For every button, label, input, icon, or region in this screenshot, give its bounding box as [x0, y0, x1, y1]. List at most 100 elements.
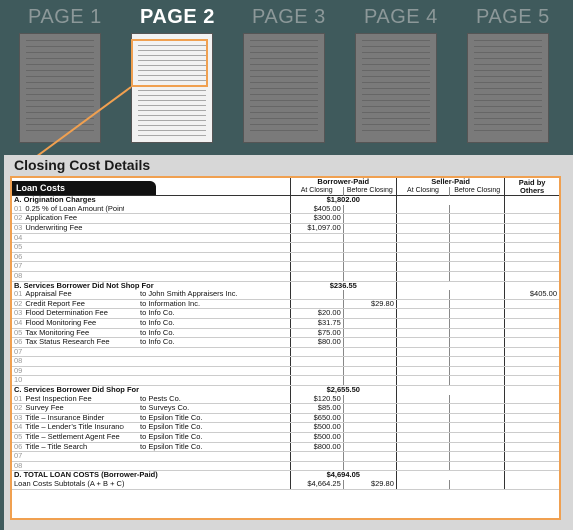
others-cell	[504, 470, 559, 480]
borrower-at-closing-cell	[289, 242, 344, 253]
paid-by-others-cell	[504, 422, 559, 434]
row-number: 04	[14, 233, 23, 242]
seller-paid-header: Seller-Paid	[395, 178, 505, 187]
doc-title: Closing Cost Details	[14, 157, 151, 173]
row-number: 04	[14, 423, 23, 432]
table-row: 05 Tax Monitoring Fee to Info Co. $75.00	[12, 328, 559, 339]
paid-by-others-cell	[504, 356, 559, 367]
seller-before-closing-cell	[449, 451, 505, 462]
seller-before-closing-cell	[449, 461, 505, 472]
row-label-cell: 07	[12, 347, 291, 358]
fee-name: Appraisal Fee	[25, 290, 72, 299]
fee-name: Flood Determination Fee	[25, 309, 108, 318]
borrower-at-closing-cell: $120.50	[289, 394, 344, 405]
row-label-cell: 04 Title – Lender’s Title Insurance to Eps…	[12, 422, 291, 434]
borrower-before-closing-cell	[342, 252, 397, 263]
payee: to Epsilon Title Co.	[140, 432, 203, 442]
section-total: $1,802.00	[289, 195, 397, 205]
row-number: 09	[14, 366, 23, 375]
seller-at-closing-cell	[395, 356, 450, 367]
seller-at-closing-cell	[395, 394, 450, 405]
seller-at-closing-header: At Closing	[395, 186, 450, 196]
table-row: 01 Pest Inspection Fee to Pests Co. $120.50	[12, 394, 559, 405]
fee-name: Tax Monitoring Fee	[25, 328, 90, 337]
fee-name: Survey Fee	[25, 404, 64, 413]
row-number: 10	[14, 376, 23, 385]
fee-name: Title – Lender’s Title Insurance	[25, 423, 124, 432]
seller-before-closing-cell	[449, 242, 505, 253]
row-number: 01	[14, 290, 23, 299]
table-row: 04	[12, 233, 559, 244]
fee-name-wrap: 03 Title – Insurance Binder	[14, 413, 124, 422]
borrower-at-closing-cell: $405.00	[289, 204, 344, 215]
borrower-at-closing-cell: $1,097.00	[289, 223, 344, 234]
seller-before-closing-cell	[449, 394, 505, 405]
paid-by-others-header: Paid by Others	[504, 178, 559, 196]
loan-costs-table: Loan Costs Borrower-Paid Seller-Paid Pai…	[12, 178, 559, 490]
fee-name-wrap: 01 0.25 % of Loan Amount (Points)	[14, 205, 124, 213]
table-row: 05 Title – Settlement Agent Fee to Epsilon…	[12, 432, 559, 443]
table-row: 06 Tax Status Research Fee to Info Co. $80.…	[12, 337, 559, 348]
table-row: 10	[12, 375, 559, 387]
seller-at-closing-cell	[395, 461, 450, 472]
borrower-at-closing-cell	[289, 375, 344, 387]
borrower-at-closing-cell	[289, 233, 344, 244]
table-row: 03 Underwriting Fee $1,097.00	[12, 223, 559, 234]
paid-by-others-cell	[504, 366, 559, 377]
seller-at-closing-cell	[395, 403, 450, 414]
borrower-before-closing-cell	[342, 347, 397, 358]
borrower-before-closing-cell	[342, 366, 397, 377]
seller-at-closing-cell	[395, 204, 450, 215]
loan-costs-header: Loan Costs	[12, 181, 156, 196]
seller-before-closing-cell	[449, 356, 505, 367]
row-number: 07	[14, 262, 23, 271]
seller-before-closing-cell	[449, 422, 505, 434]
paid-by-others-cell	[504, 204, 559, 215]
borrower-before-closing-cell	[342, 328, 397, 339]
seller-at-closing-cell	[395, 442, 450, 453]
row-number: 05	[14, 243, 23, 252]
row-label-cell: 02 Credit Report Fee to Information Inc.	[12, 299, 291, 310]
seller-before-closing-cell	[449, 271, 505, 282]
payee: to John Smith Appraisers Inc.	[140, 290, 238, 299]
borrower-at-closing-cell: $500.00	[289, 432, 344, 443]
seller-at-closing-cell	[395, 233, 450, 244]
subtotal-row: Loan Costs Subtotals (A + B + C) $4,664.2…	[12, 480, 559, 490]
borrower-at-closing-cell	[289, 299, 344, 310]
fee-name: Tax Status Research Fee	[25, 338, 110, 347]
fee-name: Title – Insurance Binder	[25, 413, 105, 422]
seller-before-closing-cell	[449, 290, 505, 300]
fee-name-wrap: 05 Tax Monitoring Fee	[14, 328, 124, 337]
row-label-cell: 04 Flood Monitoring Fee to Info Co.	[12, 318, 291, 329]
seller-before-closing-cell	[449, 442, 505, 453]
payee: to Information Inc.	[140, 299, 201, 308]
table-row: 09	[12, 366, 559, 377]
paid-by-others-cell	[504, 271, 559, 282]
fee-name-wrap: 09	[14, 366, 124, 375]
borrower-before-closing-cell	[342, 394, 397, 405]
borrower-before-closing-cell	[342, 451, 397, 462]
row-label-cell: 02 Application Fee	[12, 213, 291, 224]
row-label-cell: 01 Pest Inspection Fee to Pests Co.	[12, 394, 291, 405]
seller-at-closing-cell	[395, 375, 450, 387]
seller-before-closing-cell	[449, 328, 505, 339]
row-number: 05	[14, 328, 23, 337]
borrower-before-closing-cell	[342, 233, 397, 244]
seller-before-closing-cell	[449, 261, 505, 272]
borrower-at-closing-cell: $80.00	[289, 337, 344, 348]
paid-by-others-cell	[504, 223, 559, 234]
row-number: 08	[14, 271, 23, 280]
borrower-at-closing-cell	[289, 356, 344, 367]
borrower-before-closing-cell	[342, 432, 397, 443]
row-label-cell: 04	[12, 233, 291, 244]
borrower-at-closing-cell	[289, 451, 344, 462]
section-title: D. TOTAL LOAN COSTS (Borrower-Paid)	[12, 470, 291, 480]
borrower-before-closing-cell: $29.80	[342, 299, 397, 310]
borrower-before-closing-cell	[342, 308, 397, 319]
seller-at-closing-cell	[395, 252, 450, 263]
paid-by-others-cell	[504, 252, 559, 263]
borrower-at-closing-cell	[289, 271, 344, 282]
seller-cell	[395, 385, 505, 395]
seller-at-closing-cell	[395, 308, 450, 319]
table-row: 05	[12, 242, 559, 253]
